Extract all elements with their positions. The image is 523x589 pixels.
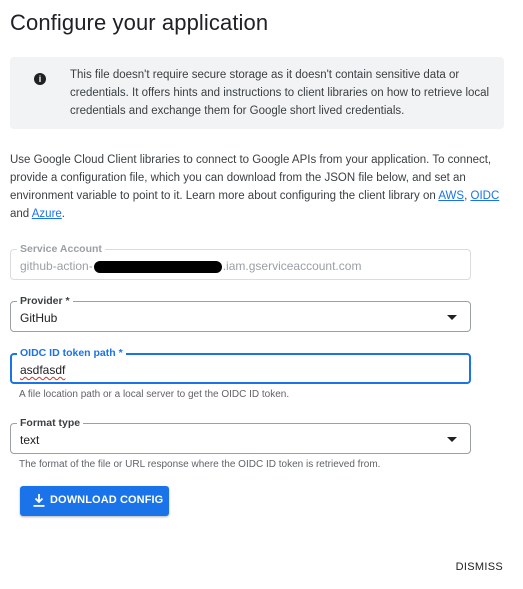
download-config-label: DOWNLOAD CONFIG bbox=[50, 494, 164, 506]
oidc-token-path-value[interactable]: asdfasdf bbox=[20, 362, 65, 378]
azure-link[interactable]: Azure bbox=[32, 208, 62, 220]
redacted-bar bbox=[93, 260, 222, 273]
service-account-label: Service Account bbox=[17, 242, 105, 256]
separator: , bbox=[464, 190, 468, 202]
description-text: Use Google Cloud Client libraries to con… bbox=[10, 154, 492, 202]
info-banner: i This file doesn't require secure stora… bbox=[10, 57, 504, 129]
info-text: This file doesn't require secure storage… bbox=[70, 69, 490, 117]
download-icon bbox=[33, 494, 45, 507]
aws-link[interactable]: AWS bbox=[438, 190, 464, 202]
description: Use Google Cloud Client libraries to con… bbox=[10, 151, 510, 223]
format-type-hint: The format of the file or URL response w… bbox=[19, 459, 381, 470]
dismiss-button[interactable]: DISMISS bbox=[456, 561, 503, 573]
dialog-title: Configure your application bbox=[10, 10, 269, 35]
service-account-suffix: .iam.gserviceaccount.com bbox=[222, 259, 362, 273]
service-account-prefix: github-action- bbox=[20, 259, 93, 273]
service-account-value: github-action- .iam.gserviceaccount.com bbox=[20, 258, 361, 274]
service-account-field: Service Account github-action- .iam.gserv… bbox=[10, 242, 471, 280]
oidc-token-path-label: OIDC ID token path * bbox=[17, 346, 126, 360]
format-type-value: text bbox=[20, 433, 40, 447]
period: . bbox=[61, 208, 65, 220]
format-type-select[interactable]: Format type text bbox=[10, 416, 471, 454]
oidc-link[interactable]: OIDC bbox=[471, 190, 500, 202]
download-config-button[interactable]: DOWNLOAD CONFIG bbox=[20, 486, 169, 516]
provider-value: GitHub bbox=[20, 311, 58, 325]
dropdown-arrow-icon[interactable] bbox=[447, 315, 457, 320]
oidc-token-path-hint: A file location path or a local server t… bbox=[19, 389, 290, 400]
provider-select[interactable]: Provider * GitHub bbox=[10, 294, 471, 332]
dropdown-arrow-icon[interactable] bbox=[447, 437, 457, 442]
info-icon: i bbox=[34, 73, 46, 85]
format-type-label: Format type bbox=[17, 416, 84, 430]
and-text: and bbox=[10, 208, 30, 220]
provider-label: Provider * bbox=[17, 294, 73, 308]
oidc-token-path-input[interactable]: OIDC ID token path * asdfasdf bbox=[10, 346, 471, 384]
